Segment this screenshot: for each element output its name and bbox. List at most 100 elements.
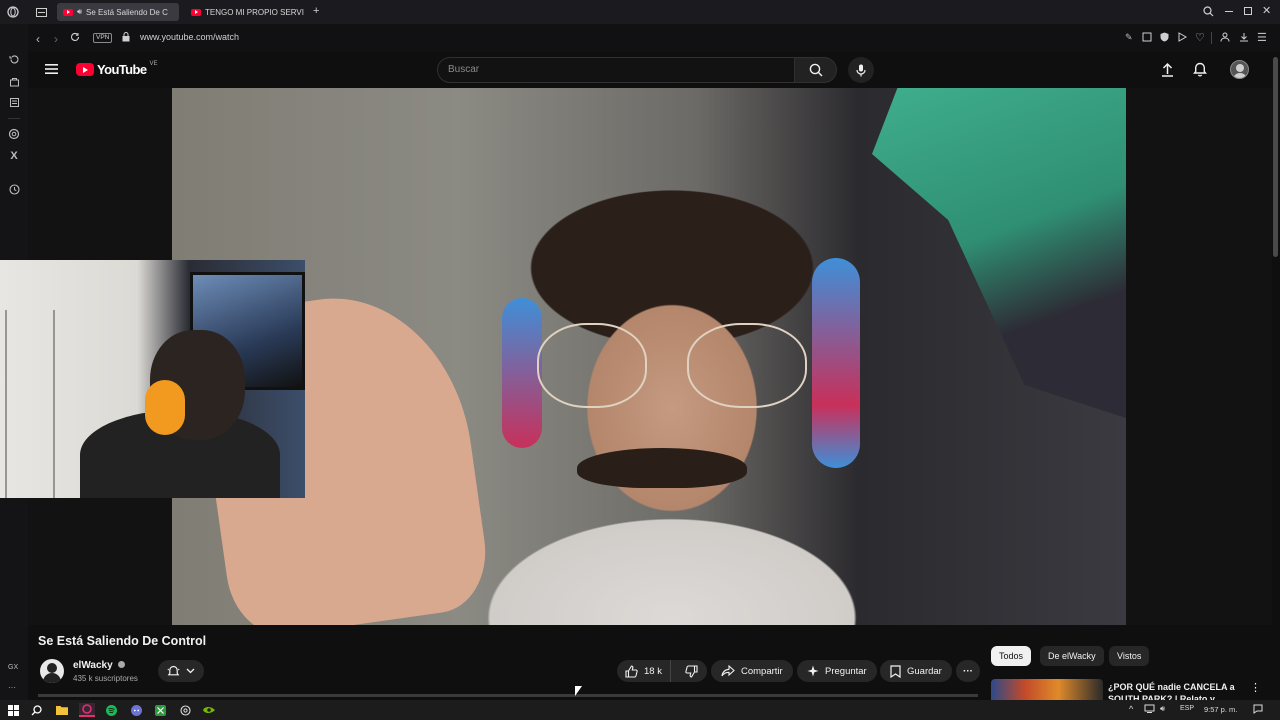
- tripod: [5, 310, 55, 498]
- recommended-thumbnail[interactable]: [991, 679, 1103, 700]
- pin-icon[interactable]: ✎: [1125, 32, 1133, 43]
- easy-setup-icon[interactable]: ☰: [1257, 31, 1267, 44]
- shield-icon[interactable]: [1160, 32, 1169, 42]
- youtube-play-icon: [76, 63, 94, 76]
- country-code: VE: [149, 60, 158, 67]
- page-scrollbar-thumb[interactable]: [1273, 57, 1278, 257]
- bag-icon[interactable]: [6, 73, 22, 89]
- notifications-bell-icon[interactable]: [1193, 62, 1207, 77]
- reload-icon[interactable]: [70, 32, 80, 42]
- sparkle-icon: [807, 665, 819, 677]
- discord-icon[interactable]: [129, 703, 143, 717]
- close-window-button[interactable]: ✕: [1262, 4, 1271, 17]
- spotify-icon[interactable]: [104, 703, 118, 717]
- taskbar-search-icon[interactable]: [29, 703, 43, 717]
- account-icon[interactable]: [1220, 32, 1230, 42]
- gx-label[interactable]: GX: [8, 664, 18, 671]
- like-button[interactable]: 18 k: [617, 660, 671, 682]
- tab-menu-icon[interactable]: [35, 6, 47, 18]
- search-icon: [809, 63, 822, 77]
- notification-center-icon[interactable]: [1253, 704, 1263, 714]
- search-input[interactable]: Buscar: [437, 57, 795, 83]
- clock-icon[interactable]: [6, 181, 22, 197]
- search-tabs-icon[interactable]: [1203, 6, 1214, 17]
- tab-label: TENGO MI PROPIO SERVI: [205, 7, 304, 17]
- history-icon[interactable]: [6, 51, 22, 67]
- x-twitter-icon[interactable]: X: [6, 148, 22, 164]
- windows-start-icon[interactable]: [6, 703, 20, 717]
- mouse-cursor: [575, 686, 582, 696]
- forward-icon[interactable]: ›: [54, 32, 58, 46]
- upload-icon[interactable]: [1161, 62, 1174, 77]
- microphone-icon: [856, 64, 866, 76]
- nvidia-icon[interactable]: [202, 703, 216, 717]
- tray-chevron-up-icon[interactable]: ^: [1129, 704, 1133, 714]
- back-icon[interactable]: ‹: [36, 32, 40, 46]
- dislike-button[interactable]: [677, 660, 706, 682]
- account-avatar[interactable]: [1230, 60, 1249, 79]
- notes-icon[interactable]: [6, 94, 22, 110]
- tab-active[interactable]: 🔊︎ Se Está Saliendo De C: [57, 3, 179, 21]
- thumbs-down-icon: [685, 664, 698, 678]
- glasses: [537, 323, 817, 413]
- speaker-tray-icon[interactable]: 🔊︎: [1160, 704, 1165, 714]
- recommended-more-icon[interactable]: ⋮: [1250, 681, 1261, 694]
- tab-label: Se Está Saliendo De C: [86, 7, 168, 17]
- chip-vistos[interactable]: Vistos: [1109, 646, 1150, 666]
- sidebar-divider: [8, 118, 20, 119]
- share-label: Compartir: [741, 665, 783, 677]
- channel-name-text[interactable]: elWacky: [73, 660, 113, 671]
- hamburger-menu-icon[interactable]: [45, 63, 58, 75]
- channel-name[interactable]: elWacky: [73, 660, 126, 671]
- orange-headphones: [145, 380, 185, 435]
- video-progress-bar[interactable]: [38, 694, 978, 697]
- file-explorer-icon[interactable]: [55, 703, 69, 717]
- chip-de-elwacky[interactable]: De elWacky: [1040, 646, 1104, 666]
- new-tab-button[interactable]: +: [313, 5, 319, 17]
- bookmark-icon: [890, 664, 901, 678]
- save-button[interactable]: Guardar: [880, 660, 952, 682]
- clock-time[interactable]: 9:57 p. m.: [1204, 705, 1237, 714]
- verified-icon: [118, 661, 126, 668]
- subscription-bell-button[interactable]: [158, 660, 204, 682]
- play-icon[interactable]: [1178, 32, 1187, 42]
- headphone-left: [502, 298, 542, 448]
- opera-gx-icon[interactable]: [6, 5, 20, 19]
- background-figure: [872, 88, 1126, 418]
- download-icon[interactable]: [1239, 32, 1249, 42]
- like-dislike-group: 18 k: [617, 660, 707, 682]
- lock-icon[interactable]: [122, 32, 130, 42]
- ask-label: Preguntar: [825, 665, 867, 677]
- youtube-logo[interactable]: YouTube VE: [76, 60, 158, 77]
- restore-button[interactable]: [1244, 7, 1252, 15]
- search-button[interactable]: [795, 57, 837, 83]
- thumbs-up-icon: [625, 664, 638, 678]
- chip-todos[interactable]: Todos: [991, 646, 1032, 666]
- channel-avatar[interactable]: [40, 659, 64, 683]
- recommended-title[interactable]: ¿POR QUÉ nadie CANCELA a SOUTH PARK? | R…: [1108, 681, 1238, 700]
- url-field[interactable]: www.youtube.com/watch: [140, 32, 239, 42]
- language-indicator[interactable]: ESP: [1180, 705, 1194, 712]
- toolbar-divider: [1211, 32, 1212, 44]
- network-icon[interactable]: [1144, 704, 1155, 713]
- voice-search-button[interactable]: [848, 57, 874, 83]
- chatgpt-taskbar-icon[interactable]: [178, 703, 192, 717]
- sidebar-more-icon[interactable]: ···: [8, 683, 16, 692]
- minimize-button[interactable]: [1225, 11, 1233, 12]
- share-button[interactable]: Compartir: [711, 660, 793, 682]
- xbox-app-icon[interactable]: [153, 703, 167, 717]
- like-count: 18 k: [644, 665, 662, 677]
- ask-button[interactable]: Preguntar: [797, 660, 877, 682]
- chevron-down-icon: [186, 668, 195, 674]
- heart-icon[interactable]: ♡: [1195, 31, 1205, 44]
- vpn-badge[interactable]: VPN: [93, 33, 113, 43]
- chatgpt-icon[interactable]: [6, 126, 22, 142]
- video-title: Se Está Saliendo De Control: [38, 634, 207, 648]
- share-arrow-icon: [721, 665, 735, 677]
- more-actions-button[interactable]: ···: [956, 660, 980, 682]
- video-frame[interactable]: [172, 88, 1126, 625]
- snapshot-icon[interactable]: [1142, 32, 1152, 42]
- opera-gx-taskbar-icon[interactable]: [79, 703, 95, 717]
- tab-inactive[interactable]: TENGO MI PROPIO SERVI: [185, 3, 307, 21]
- speaker-icon[interactable]: 🔊︎: [77, 7, 82, 17]
